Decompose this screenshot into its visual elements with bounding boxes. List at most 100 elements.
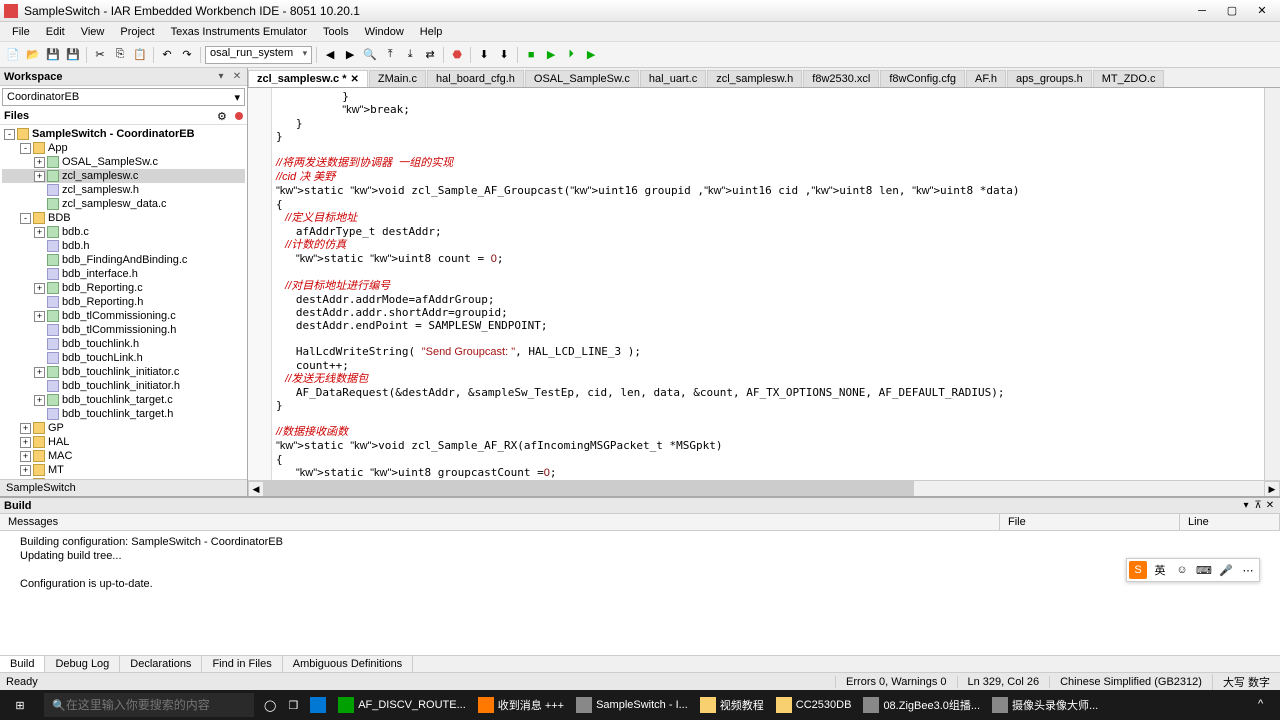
ime-toolbar[interactable]: S 英☺⌨🎤⋯ <box>1126 558 1260 582</box>
config-combo[interactable]: CoordinatorEB▾ <box>2 88 245 106</box>
tree-item[interactable]: +bdb_tlCommissioning.c <box>2 309 245 323</box>
build-pin-icon[interactable]: ⊼ <box>1252 500 1264 512</box>
gear-icon[interactable]: ⚙ <box>217 110 229 122</box>
save-all-icon[interactable]: 💾 <box>64 46 82 64</box>
tree-item[interactable]: bdb_Reporting.h <box>2 295 245 309</box>
menu-texas-instruments-emulator[interactable]: Texas Instruments Emulator <box>163 24 315 40</box>
cut-icon[interactable]: ✂ <box>91 46 109 64</box>
build-close-icon[interactable]: ✕ <box>1264 500 1276 512</box>
ime-button[interactable]: 英 <box>1151 561 1169 579</box>
copy-icon[interactable]: ⎘ <box>111 46 129 64</box>
tray-up-icon[interactable]: ^ <box>1258 698 1272 712</box>
taskbar-item[interactable]: 收到消息 +++ <box>472 690 570 720</box>
editor-tab[interactable]: hal_board_cfg.h <box>427 70 524 87</box>
hscroll-track[interactable] <box>264 481 1264 496</box>
bookmark-toggle-icon[interactable]: ⇄ <box>421 46 439 64</box>
pin-icon[interactable]: ▾ <box>215 71 227 83</box>
tree-item[interactable]: +bdb_touchlink_target.c <box>2 393 245 407</box>
paste-icon[interactable]: 📋 <box>131 46 149 64</box>
tree-item[interactable]: +bdb.c <box>2 225 245 239</box>
vertical-scrollbar[interactable] <box>1264 88 1280 480</box>
col-messages[interactable]: Messages <box>0 514 1000 530</box>
tab-close-icon[interactable]: ✕ <box>350 74 358 85</box>
build-tab[interactable]: Build <box>0 656 45 672</box>
workspace-bottom-tab[interactable]: SampleSwitch <box>0 479 247 496</box>
menu-file[interactable]: File <box>4 24 38 40</box>
scroll-left-icon[interactable]: ◀ <box>248 481 264 496</box>
taskbar-item[interactable]: 视频教程 <box>694 690 770 720</box>
expand-icon[interactable]: + <box>34 283 45 294</box>
maximize-button[interactable]: ▢ <box>1218 2 1246 20</box>
expand-icon[interactable]: + <box>34 157 45 168</box>
cortana-icon[interactable]: ❐ <box>282 690 304 720</box>
menu-tools[interactable]: Tools <box>315 24 357 40</box>
expand-icon[interactable]: + <box>34 227 45 238</box>
tree-item[interactable]: -BDB <box>2 211 245 225</box>
tree-item[interactable]: bdb_interface.h <box>2 267 245 281</box>
build-tab[interactable]: Ambiguous Definitions <box>283 656 413 672</box>
search-input[interactable] <box>66 698 246 712</box>
expand-icon[interactable]: - <box>20 213 31 224</box>
ime-button[interactable]: 🎤 <box>1217 561 1235 579</box>
build-messages[interactable]: Building configuration: SampleSwitch - C… <box>0 531 1280 655</box>
build-tab[interactable]: Declarations <box>120 656 202 672</box>
editor-tab[interactable]: aps_groups.h <box>1007 70 1092 87</box>
build-tab[interactable]: Find in Files <box>202 656 282 672</box>
ime-logo-icon[interactable]: S <box>1129 561 1147 579</box>
ime-button[interactable]: ☺ <box>1173 561 1191 579</box>
col-line[interactable]: Line <box>1180 514 1280 530</box>
close-button[interactable]: ✕ <box>1248 2 1276 20</box>
hscroll-thumb[interactable] <box>264 481 914 496</box>
taskbar-item[interactable]: SampleSwitch - I... <box>570 690 694 720</box>
open-icon[interactable]: 📂 <box>24 46 42 64</box>
menu-window[interactable]: Window <box>357 24 412 40</box>
tree-item[interactable]: bdb_touchlink_target.h <box>2 407 245 421</box>
tree-item[interactable]: +MAC <box>2 449 245 463</box>
make-icon[interactable]: ⬇ <box>495 46 513 64</box>
task-view-icon[interactable]: ◯ <box>258 690 282 720</box>
save-icon[interactable]: 💾 <box>44 46 62 64</box>
editor-tab[interactable]: zcl_samplesw.c *✕ <box>248 70 368 87</box>
taskbar-item[interactable]: 08.ZigBee3.0组播... <box>857 690 986 720</box>
system-tray[interactable]: ^ <box>1258 698 1280 712</box>
tree-item[interactable]: bdb_touchLink.h <box>2 351 245 365</box>
tree-item[interactable]: bdb.h <box>2 239 245 253</box>
expand-icon[interactable]: + <box>34 311 45 322</box>
tree-item[interactable]: bdb_touchlink_initiator.h <box>2 379 245 393</box>
tree-item[interactable]: +zcl_samplesw.c <box>2 169 245 183</box>
tree-item[interactable]: -App <box>2 141 245 155</box>
expand-icon[interactable]: + <box>34 395 45 406</box>
tree-item[interactable]: zcl_samplesw_data.c <box>2 197 245 211</box>
tree-item[interactable]: bdb_FindingAndBinding.c <box>2 253 245 267</box>
tree-item[interactable]: zcl_samplesw.h <box>2 183 245 197</box>
bookmark-prev-icon[interactable]: ⤒ <box>381 46 399 64</box>
expand-icon[interactable]: - <box>20 143 31 154</box>
expand-icon[interactable]: + <box>20 451 31 462</box>
tree-item[interactable]: +HAL <box>2 435 245 449</box>
breakpoint-icon[interactable]: ⬣ <box>448 46 466 64</box>
editor-tab[interactable]: MT_ZDO.c <box>1093 70 1165 87</box>
tree-item[interactable]: +OSAL_SampleSw.c <box>2 155 245 169</box>
debug-icon[interactable]: ▶ <box>542 46 560 64</box>
expand-icon[interactable]: + <box>20 437 31 448</box>
editor-tab[interactable]: AF.h <box>966 70 1006 87</box>
code-editor[interactable]: } "kw">break; } } //将两发送数据到协调器 一组的实现 //c… <box>272 88 1264 480</box>
ime-button[interactable]: ⌨ <box>1195 561 1213 579</box>
col-file[interactable]: File <box>1000 514 1180 530</box>
file-tree[interactable]: - SampleSwitch - CoordinatorEB -App+OSAL… <box>0 125 247 479</box>
expand-icon[interactable]: + <box>34 367 45 378</box>
taskbar-item[interactable]: 摄像头录像大师... <box>986 690 1104 720</box>
undo-icon[interactable]: ↶ <box>158 46 176 64</box>
project-root[interactable]: - SampleSwitch - CoordinatorEB <box>2 127 245 141</box>
taskbar-item[interactable]: CC2530DB <box>770 690 858 720</box>
tree-item[interactable]: +bdb_touchlink_initiator.c <box>2 365 245 379</box>
menu-edit[interactable]: Edit <box>38 24 73 40</box>
menu-help[interactable]: Help <box>412 24 451 40</box>
tree-item[interactable]: +bdb_Reporting.c <box>2 281 245 295</box>
ime-button[interactable]: ⋯ <box>1239 561 1257 579</box>
tree-item[interactable]: bdb_touchlink.h <box>2 337 245 351</box>
taskbar-item[interactable] <box>304 690 332 720</box>
tree-item[interactable]: +GP <box>2 421 245 435</box>
expand-icon[interactable]: - <box>4 129 15 140</box>
debug-no-download-icon[interactable]: ⏵ <box>562 46 580 64</box>
